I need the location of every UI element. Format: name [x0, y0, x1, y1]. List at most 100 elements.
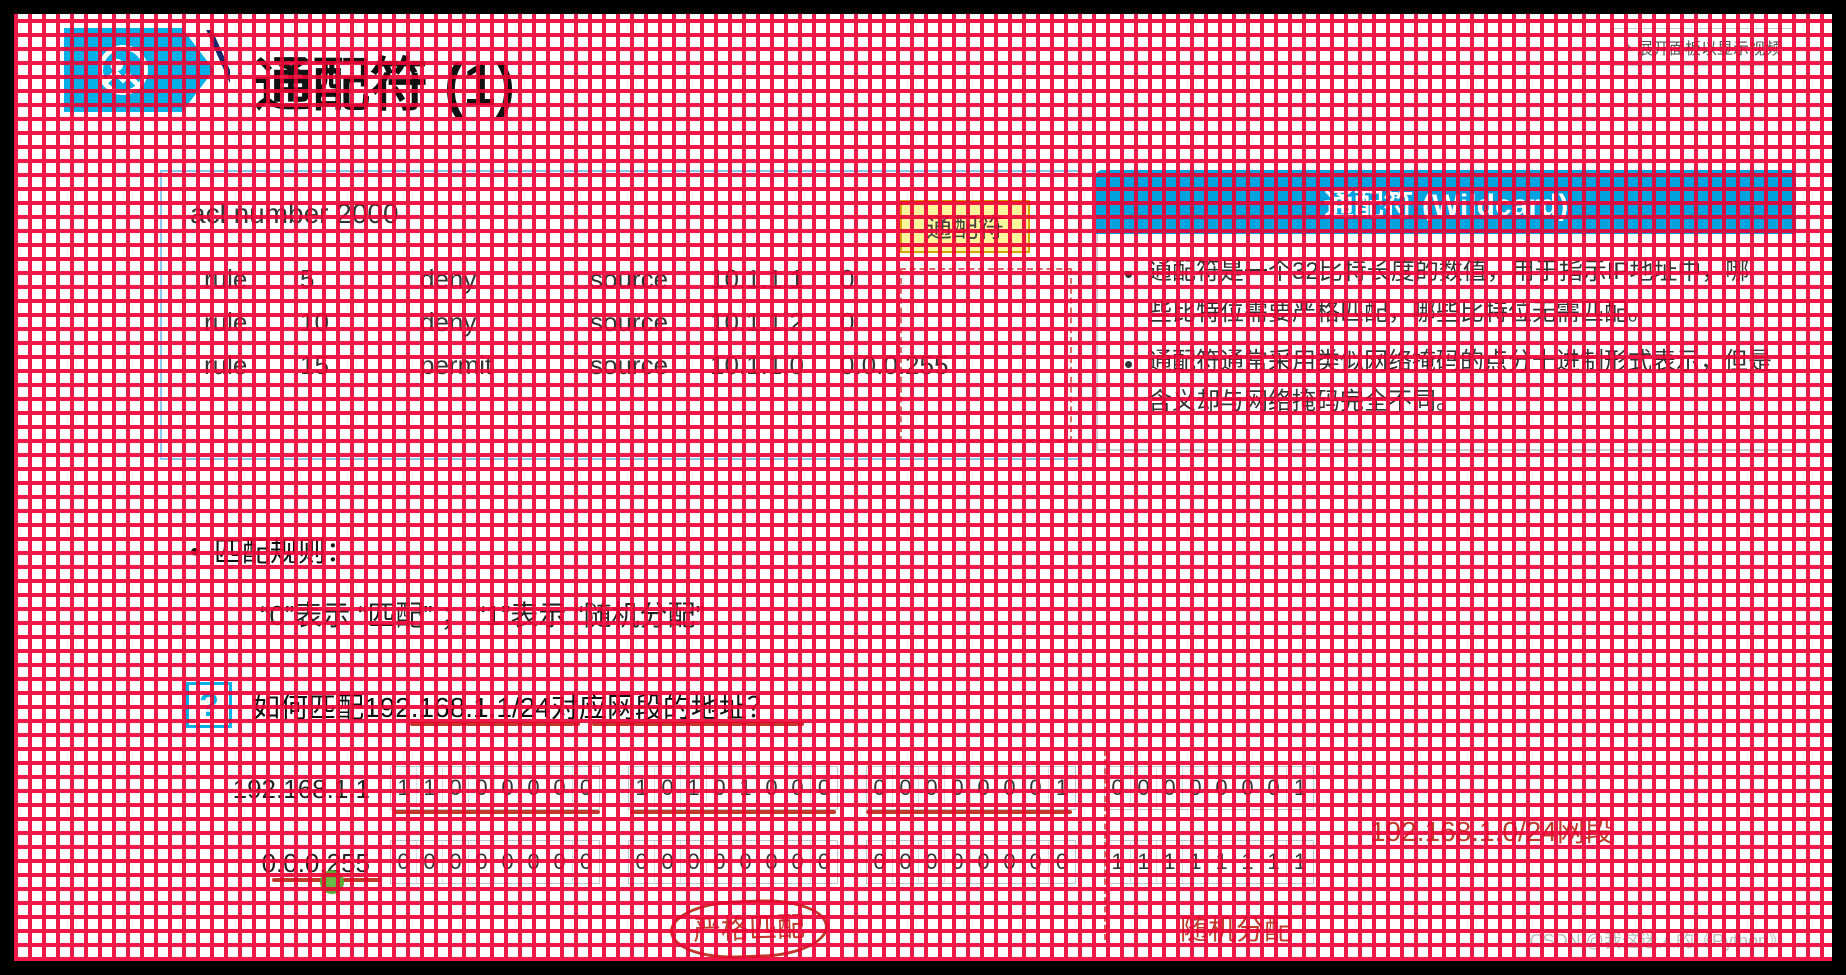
bit-cell: 0 [971, 767, 997, 809]
bit-cell: 0 [1105, 767, 1131, 809]
bit-cell: 0 [495, 767, 521, 809]
bit-cell: 0 [469, 841, 495, 883]
panel-item: 通配符通常采用类似网络掩码的点分十进制形式表示，但是含义却与网络掩码完全不同。 [1120, 342, 1772, 424]
expand-panel-button[interactable]: › 展开面板以显示视频 [1611, 28, 1796, 66]
bit-cell: 0 [1261, 767, 1287, 809]
acl-cell: rule [190, 307, 300, 338]
bit-cell: 1 [1287, 841, 1313, 883]
slide-title: 通配符 (1) [254, 38, 515, 122]
bit-cell: 0 [521, 767, 547, 809]
bit-cell: 0 [1131, 767, 1157, 809]
redline [630, 810, 836, 814]
bit-cell: 0 [655, 841, 681, 883]
acl-cell: 10.1.1.2 [710, 307, 840, 338]
bit-cell: 0 [573, 767, 599, 809]
divider-dashed [1104, 750, 1107, 940]
bits-row-1: 11000000101010000000000100000001 [390, 766, 1342, 810]
bit-cell: 0 [759, 767, 785, 809]
octet: 00000000 [628, 840, 838, 884]
bit-cell: 0 [547, 841, 573, 883]
bit-cell: 0 [945, 841, 971, 883]
bit-cell: 0 [1209, 767, 1235, 809]
bit-cell: 0 [867, 841, 893, 883]
rules-heading: 匹配规则： [190, 530, 354, 570]
bit-cell: 0 [867, 767, 893, 809]
bit-cell: 0 [971, 841, 997, 883]
bit-cell: 0 [811, 767, 837, 809]
panel-body: 通配符是一个32比特长度的数值，用于指示IP地址中，哪些比特位需要严格匹配，哪些… [1096, 234, 1796, 451]
bit-cell: 0 [811, 841, 837, 883]
acl-cell: source [590, 350, 710, 381]
bit-cell: 0 [443, 841, 469, 883]
acl-cell: permit [420, 350, 590, 381]
bit-cell: 0 [521, 841, 547, 883]
bit-cell: 0 [1023, 841, 1049, 883]
octet: 11000000 [390, 766, 600, 810]
octet: 00000001 [1104, 766, 1314, 810]
bit-cell: 0 [391, 841, 417, 883]
bit-cell: 0 [893, 767, 919, 809]
bit-cell: 0 [655, 767, 681, 809]
octet: 00000001 [866, 766, 1076, 810]
acl-cell: 5 [300, 264, 420, 295]
slide-header: 通配符 (1) [30, 10, 1816, 120]
octet: 10101000 [628, 766, 838, 810]
bit-cell: 1 [1287, 767, 1313, 809]
bit-cell: 0 [759, 841, 785, 883]
segment-label: 192.168.1.0/24网段 [1370, 810, 1613, 850]
acl-cell: 15 [300, 350, 420, 381]
bit-cell: 0 [707, 841, 733, 883]
chevron-right-icon: › [1626, 38, 1631, 56]
bits-row-2: 00000000000000000000000011111111 [390, 840, 1342, 884]
bit-cell: 0 [495, 841, 521, 883]
acl-cell: deny [420, 307, 590, 338]
bit-cell: 1 [1049, 767, 1075, 809]
redline [394, 810, 600, 814]
bit-cell: 0 [469, 767, 495, 809]
bit-cell: 1 [629, 767, 655, 809]
bit-cell: 0 [785, 767, 811, 809]
bit-cell: 0 [573, 841, 599, 883]
bit-cell: 0 [707, 767, 733, 809]
header-rule [530, 118, 1796, 120]
bit-cell: 0 [919, 841, 945, 883]
bit-cell: 0 [997, 767, 1023, 809]
panel-item: 通配符是一个32比特长度的数值，用于指示IP地址中，哪些比特位需要严格匹配，哪些… [1120, 252, 1772, 334]
acl-cell: source [590, 264, 710, 295]
slide-icon [64, 28, 182, 112]
acl-cell: rule [190, 350, 300, 381]
strict-match-label: 严格匹配 [669, 897, 829, 960]
watermark: CSDN @我这迷人的《Python》 [1530, 927, 1786, 953]
acl-cell: source [590, 307, 710, 338]
bit-cell: 1 [1105, 841, 1131, 883]
octet: 11111111 [1104, 840, 1314, 884]
bit-cell: 0 [1183, 767, 1209, 809]
bit-cell: 0 [681, 841, 707, 883]
bit-cell: 1 [1183, 841, 1209, 883]
cursor-dot [320, 870, 344, 894]
acl-cell: rule [190, 264, 300, 295]
image-icon [93, 40, 153, 100]
octet: 00000000 [390, 840, 600, 884]
bit-cell: 0 [997, 841, 1023, 883]
bit-cell: 0 [1023, 767, 1049, 809]
bit-cell: 1 [733, 767, 759, 809]
bit-cell: 1 [417, 767, 443, 809]
question-icon: ? [186, 682, 232, 728]
bit-cell: 0 [443, 767, 469, 809]
expand-label: 展开面板以显示视频 [1637, 35, 1781, 59]
bit-cell: 0 [733, 841, 759, 883]
bit-cell: 1 [1131, 841, 1157, 883]
wildcard-highlight [900, 268, 1072, 442]
bitrow-label: 0.0.0.255 [210, 848, 370, 879]
acl-cell: 10 [300, 307, 420, 338]
question-text: 如何匹配192.168.1.1/24对应网段的地址？ [252, 686, 775, 726]
bit-cell: 0 [629, 841, 655, 883]
wildcard-panel: 通配符 (Wildcard) 通配符是一个32比特长度的数值，用于指示IP地址中… [1096, 170, 1796, 451]
bit-cell: 0 [945, 767, 971, 809]
bit-cell: 0 [893, 841, 919, 883]
rules-text: “0”表示 “匹配” ； “1”表示 “随机分配” [260, 594, 705, 634]
wildcard-tag: 通配符 [900, 200, 1030, 253]
bit-cell: 1 [681, 767, 707, 809]
redline [866, 810, 1072, 814]
